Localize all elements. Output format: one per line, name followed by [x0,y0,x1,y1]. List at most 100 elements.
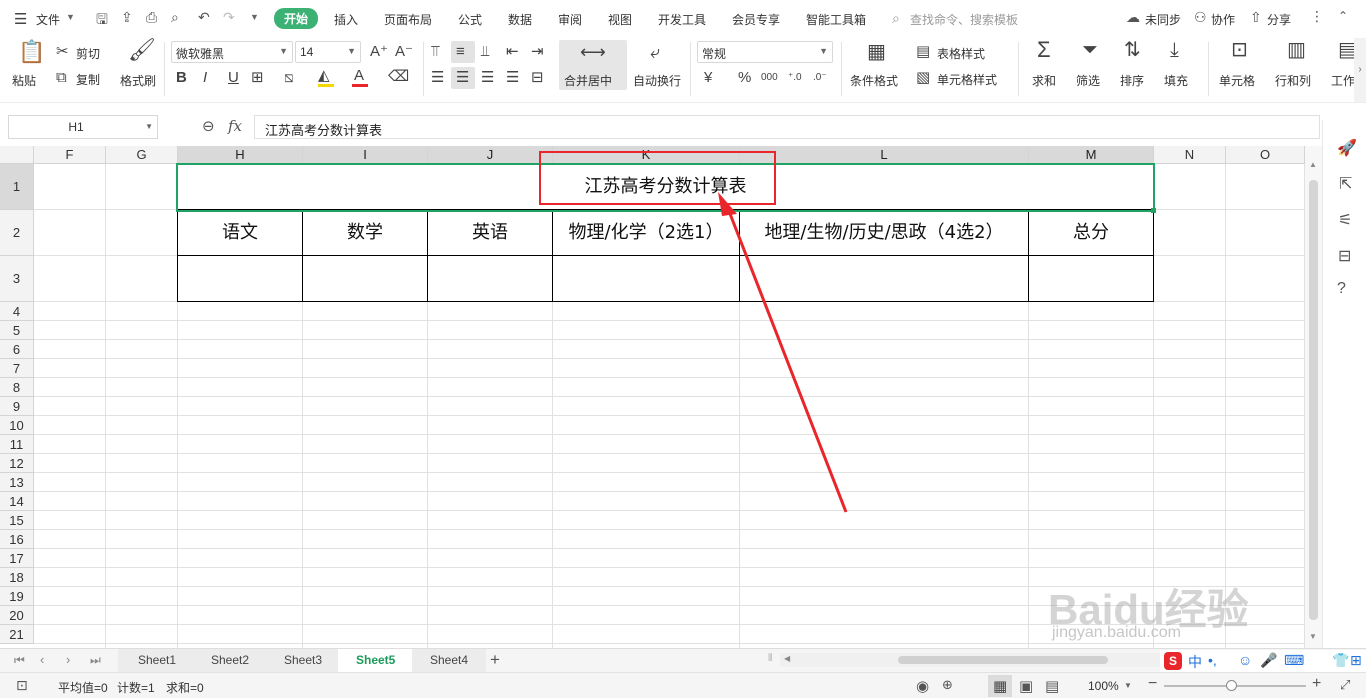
hamburger-menu-icon[interactable]: ☰ [14,10,27,28]
eye-protection-icon[interactable]: ◉ [916,677,929,695]
fill-pattern-icon[interactable]: ⧅ [284,70,294,86]
redo-icon[interactable]: ↷ [223,9,235,26]
zoom-dropdown-icon[interactable]: ▼ [1124,681,1132,690]
tab-review[interactable]: 审阅 [558,11,582,28]
search-icon[interactable]: ⌕ [892,10,900,27]
collaborate-button[interactable]: 协作 [1211,11,1235,28]
properties-icon[interactable]: ⚟ [1338,210,1352,230]
save-icon[interactable]: 🖫 [96,9,108,33]
underline-button[interactable]: U [228,70,239,86]
collaborate-icon[interactable]: ⚇ [1194,9,1207,26]
tab-insert[interactable]: 插入 [334,11,358,28]
spreadsheet-grid[interactable]: F G H I J K L M N O 1 2 3 4 5 6 7 8 9 10… [0,146,1305,648]
page-break-view-icon[interactable]: ▤ [1045,677,1059,695]
align-right-icon[interactable]: ☰ [481,70,494,86]
zoom-level[interactable]: 100% [1088,679,1119,693]
sum-button[interactable]: 求和 [1032,72,1056,89]
tab-formulas[interactable]: 公式 [458,11,482,28]
fill-icon[interactable]: ⤓ [1170,40,1179,60]
justify-icon[interactable]: ☰ [506,70,519,86]
voice-icon[interactable]: 🎤 [1260,652,1277,669]
insert-function-button[interactable]: fx [228,117,242,135]
rows-cols-button[interactable]: 行和列 [1275,72,1311,89]
command-search-input[interactable]: 查找命令、搜索模板 [910,11,1018,28]
more-options-icon[interactable]: ⋮ [1310,8,1324,25]
number-format-select[interactable]: 常规 ▼ [697,41,833,63]
font-name-select[interactable]: 微软雅黑 ▼ [171,41,293,63]
more-quick-actions-icon[interactable]: ▼ [250,12,259,22]
name-box[interactable]: H1 ▼ [8,115,158,139]
filter-button[interactable]: 筛选 [1076,72,1100,89]
fill-button[interactable]: 填充 [1164,72,1188,89]
horizontal-scrollbar[interactable]: ◀ [780,653,1160,667]
cloud-sync-icon[interactable]: ☁ [1126,9,1140,26]
zoom-formula-icon[interactable]: ⊖ [202,117,215,135]
align-middle-icon[interactable]: ≡ [456,44,465,60]
tab-membership[interactable]: 会员专享 [732,11,780,28]
cells-button[interactable]: 单元格 [1219,72,1255,89]
format-painter-icon[interactable]: 🖌 [128,39,156,61]
align-center-icon[interactable]: ☰ [456,70,469,86]
filter-icon[interactable]: ⏷ [1082,40,1098,60]
paste-icon[interactable]: 📋 [18,41,45,63]
tab-page-layout[interactable]: 页面布局 [384,11,432,28]
distributed-icon[interactable]: ⊟ [531,70,544,86]
tab-data[interactable]: 数据 [508,11,532,28]
tab-view[interactable]: 视图 [608,11,632,28]
undo-icon[interactable]: ↶ [198,9,210,26]
next-sheet-icon[interactable]: › [66,652,70,667]
worksheet-button[interactable]: 工作 [1331,72,1355,89]
sum-icon[interactable]: Σ [1037,39,1051,61]
zoom-out-icon[interactable]: − [1148,675,1157,693]
export-icon[interactable]: ⇪ [121,9,133,26]
percent-button[interactable]: % [738,70,751,86]
sheet-tab-sheet1[interactable]: Sheet1 [138,653,176,667]
collapse-ribbon-icon[interactable]: ⌃ [1338,9,1348,23]
scroll-up-icon[interactable]: ▲ [1309,160,1317,169]
increase-font-icon[interactable]: A⁺ [370,44,388,60]
thousands-separator-button[interactable]: 000 [761,70,778,86]
paste-button[interactable]: 粘贴 [12,72,36,89]
print-icon[interactable]: ⎙ [146,9,157,26]
cell-style-button[interactable]: 单元格样式 [937,71,997,88]
bold-button[interactable]: B [176,70,187,86]
rows-cols-icon[interactable]: ▥ [1287,40,1306,60]
emoji-icon[interactable]: ☺ [1238,652,1252,668]
prev-sheet-icon[interactable]: ‹ [40,652,44,667]
scrollbar-thumb[interactable] [1309,180,1318,620]
keyboard-icon[interactable]: ⌨ [1284,652,1304,669]
sort-icon[interactable]: ⇅ [1124,40,1141,60]
sheet-tab-sheet2[interactable]: Sheet2 [211,653,249,667]
sheet-tab-sheet3[interactable]: Sheet3 [284,653,322,667]
align-left-icon[interactable]: ☰ [431,70,444,86]
copy-icon[interactable]: ⧉ [56,70,67,86]
add-sheet-button[interactable]: + [490,650,500,670]
skin-icon[interactable]: 👕 [1332,652,1349,669]
last-sheet-icon[interactable]: ⏭ [90,653,101,668]
rocket-icon[interactable]: 🚀 [1337,138,1357,158]
table-style-icon[interactable]: ▤ [916,44,930,60]
share-button[interactable]: 分享 [1267,11,1291,28]
zoom-in-icon[interactable]: + [1312,675,1321,693]
chevron-down-icon[interactable]: ▼ [66,12,75,22]
cut-button[interactable]: 剪切 [76,45,100,62]
vertical-scrollbar[interactable]: ▲ ▼ [1305,146,1322,648]
tab-smart-toolbox[interactable]: 智能工具箱 [806,11,866,28]
conditional-format-button[interactable]: 条件格式 [850,72,898,89]
italic-button[interactable]: I [203,70,207,86]
align-bottom-icon[interactable]: ⫫ [481,44,489,60]
cells-icon[interactable]: ⊡ [1231,40,1248,60]
sync-status[interactable]: 未同步 [1145,11,1181,28]
formula-input[interactable]: 江苏高考分数计算表 [254,115,1320,139]
fullscreen-icon[interactable]: ⤢ [1340,677,1350,693]
clear-format-icon[interactable]: ⌫ [388,69,409,85]
horizontal-split-handle[interactable]: ⦀ [768,653,772,664]
sogou-s-icon[interactable]: S [1164,652,1182,670]
decrease-indent-icon[interactable]: ⇤ [506,44,519,60]
wrap-text-icon[interactable]: ⤶ [650,43,660,61]
hscroll-thumb[interactable] [898,656,1108,664]
cursor-select-icon[interactable]: ⇱ [1339,174,1352,194]
decrease-decimal-icon[interactable]: .0⁻ [813,70,827,86]
table-tools-icon[interactable]: ⊟ [1338,246,1351,266]
currency-button[interactable]: ¥ [704,70,712,86]
